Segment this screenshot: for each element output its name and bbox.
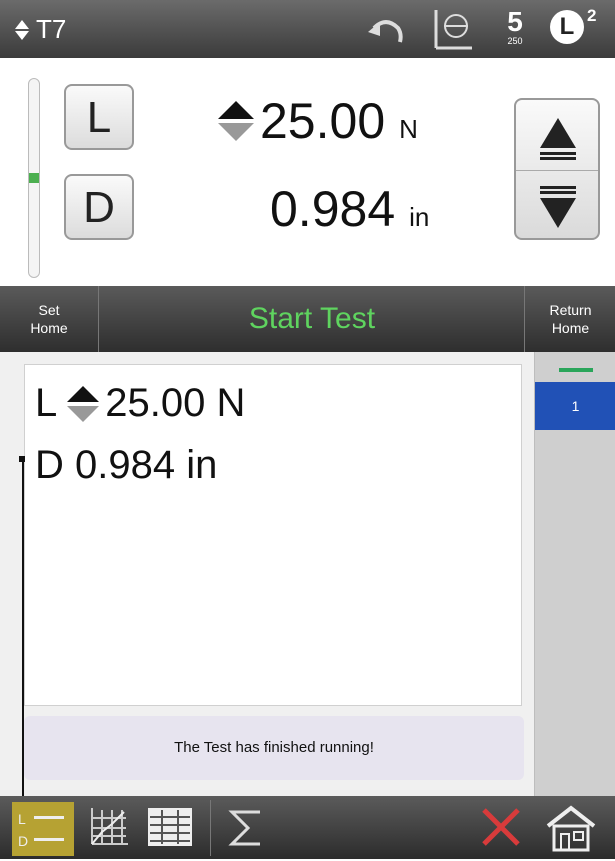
test-list: 1: [534, 352, 615, 796]
load-button[interactable]: L: [64, 84, 134, 150]
updown-icon: [67, 385, 100, 422]
speed-sub: 250: [507, 36, 523, 46]
sigma-icon[interactable]: [226, 804, 266, 850]
return-home-button[interactable]: Return Home: [524, 286, 615, 352]
load-display-tab[interactable]: L D: [12, 802, 74, 856]
updown-icon: [15, 19, 29, 40]
set-home-button[interactable]: Set Home: [0, 286, 99, 352]
load-unit: N: [399, 114, 418, 144]
cursor-line: [22, 458, 24, 798]
displacement-unit: in: [409, 202, 430, 232]
bottom-bar-divider: [210, 800, 211, 856]
displacement-button[interactable]: D: [64, 174, 134, 240]
graph-icon[interactable]: [86, 804, 130, 850]
updown-icon: [218, 101, 254, 141]
result-load-line: L 25.00 N: [35, 381, 245, 426]
home-icon[interactable]: [544, 804, 598, 852]
load-value: 25.00: [260, 93, 386, 149]
speed-value: 5: [507, 6, 523, 37]
status-message: The Test has finished running!: [24, 716, 524, 780]
load-badge-icon[interactable]: L: [550, 10, 584, 44]
test-list-item[interactable]: 1: [535, 382, 615, 430]
action-bar: Set Home Start Test Return Home: [0, 286, 615, 352]
jog-divider: [516, 170, 598, 171]
svg-text:D: D: [18, 833, 28, 849]
position-marker: [29, 173, 39, 183]
undo-icon[interactable]: [366, 14, 406, 46]
set-home-line2: Home: [30, 320, 68, 336]
jog-up-icon[interactable]: [536, 114, 580, 162]
speed-indicator[interactable]: 5 250: [500, 6, 530, 47]
results-box: L 25.00 N D 0.984 in: [24, 364, 522, 706]
table-icon[interactable]: [146, 804, 194, 850]
cancel-icon[interactable]: [478, 804, 524, 850]
jog-control: [514, 98, 600, 240]
test-list-collapse-icon[interactable]: [559, 368, 593, 372]
position-rail: [28, 78, 40, 278]
displacement-readout: 0.984 in: [270, 180, 429, 238]
readout-panel: L D 25.00 N 0.984 in: [0, 58, 615, 286]
start-test-button[interactable]: Start Test: [100, 286, 524, 352]
displacement-value: 0.984: [270, 181, 396, 237]
svg-text:L: L: [18, 811, 26, 827]
return-home-line2: Home: [551, 320, 590, 336]
jog-down-icon[interactable]: [536, 184, 580, 232]
test-title[interactable]: T7: [14, 14, 66, 45]
set-home-line1: Set: [38, 302, 60, 318]
top-bar: T7 5 250 L 2: [0, 0, 615, 58]
result-load-value: 25.00 N: [105, 381, 246, 425]
load-badge-superscript: 2: [587, 6, 597, 25]
load-readout: 25.00 N: [216, 92, 418, 150]
load-display-icon: L D: [18, 811, 64, 849]
return-home-line1: Return: [549, 302, 592, 318]
results-panel: L 25.00 N D 0.984 in The Test has finish…: [0, 352, 534, 796]
result-load-label: L: [35, 381, 58, 425]
tare-icon[interactable]: [430, 8, 474, 52]
bottom-bar: L D: [0, 796, 615, 859]
test-name: T7: [36, 14, 67, 44]
result-disp-line: D 0.984 in: [35, 443, 218, 487]
